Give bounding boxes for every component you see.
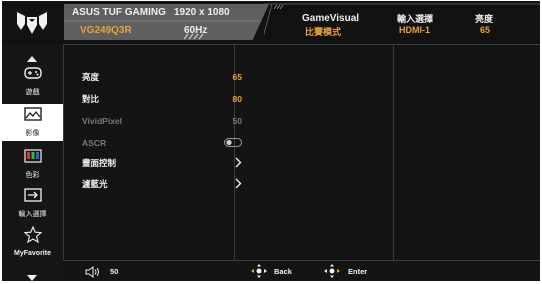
tuf-logo	[2, 1, 62, 44]
menu-item-label: 亮度	[82, 72, 100, 82]
gamevisual-value: 比賽模式	[305, 27, 342, 37]
menu-item-blue-light-filter[interactable]: 濾藍光	[82, 176, 242, 192]
menu-item-ascr[interactable]: ASCR	[82, 135, 242, 151]
header-brightness-value: 65	[480, 25, 491, 35]
sidebar-item-label: MyFavorite	[14, 250, 51, 257]
menu-item-value: 50	[232, 116, 242, 126]
submenu-column	[235, 44, 394, 260]
sidebar-item-image[interactable]: 影像	[2, 104, 63, 141]
gamepad-icon	[23, 66, 42, 85]
gamevisual-label: GameVisual	[302, 13, 360, 24]
model-name: VG249Q3R	[80, 25, 132, 36]
volume-value: 50	[110, 267, 119, 276]
input-select-icon	[23, 188, 42, 207]
enter-label: Enter	[348, 267, 368, 276]
star-icon	[23, 225, 42, 248]
osd-window: ASUS TUF GAMING VG249Q3R 1920 x 1080 60H…	[2, 1, 540, 281]
input-select-value: HDMI-1	[399, 25, 430, 35]
sidebar: 遊戲 影像 色彩 輸入選擇 MyFavorite	[2, 44, 64, 281]
menu-item-label: 畫面控制	[82, 158, 117, 168]
sidebar-item-input-select[interactable]: 輸入選擇	[2, 188, 63, 220]
header-brightness-label: 亮度	[475, 14, 494, 24]
sidebar-item-label: 色彩	[25, 172, 40, 179]
menu-item-screen-control[interactable]: 畫面控制	[82, 155, 242, 171]
model-info-panel: ASUS TUF GAMING VG249Q3R 1920 x 1080 60H…	[64, 4, 269, 40]
toggle-off-icon[interactable]	[224, 137, 242, 149]
menu-item-value: 80	[232, 94, 242, 104]
menu-item-label: ASCR	[82, 138, 107, 148]
menu-item-label: VividPixel	[82, 116, 123, 126]
image-icon	[23, 107, 42, 126]
sidebar-item-label: 遊戲	[25, 89, 40, 96]
sidebar-item-myfavorite[interactable]: MyFavorite	[2, 225, 63, 258]
sidebar-item-game[interactable]: 遊戲	[2, 66, 63, 98]
chevron-right-icon	[234, 157, 242, 170]
color-bars-icon	[23, 149, 42, 168]
menu-item-vividpixel[interactable]: VividPixel 50	[82, 113, 242, 129]
back-label: Back	[274, 267, 292, 276]
speaker-icon	[85, 265, 103, 281]
menu-item-label: 濾藍光	[82, 179, 108, 189]
footer-bar: 50 Back Enter	[63, 260, 540, 281]
menu-item-brightness[interactable]: 亮度 65	[82, 69, 242, 85]
menu-item-contrast[interactable]: 對比 80	[82, 91, 242, 107]
sidebar-item-label: 輸入選擇	[18, 211, 47, 218]
refresh-rate-text: 60Hz	[184, 25, 208, 36]
resolution-text: 1920 x 1080	[174, 7, 230, 18]
detail-column	[394, 44, 539, 260]
joystick-enter-icon[interactable]	[323, 263, 341, 281]
joystick-back-icon[interactable]	[250, 263, 268, 281]
scroll-up-arrow-icon[interactable]	[27, 49, 37, 67]
input-select-label: 輸入選擇	[397, 14, 434, 24]
menu-item-label: 對比	[82, 94, 100, 104]
brand-name: ASUS TUF GAMING	[72, 7, 166, 18]
sidebar-item-color[interactable]: 色彩	[2, 149, 63, 181]
chevron-right-icon	[234, 178, 242, 191]
menu-item-value: 65	[232, 72, 242, 82]
header-bar: ASUS TUF GAMING VG249Q3R 1920 x 1080 60H…	[2, 1, 540, 45]
scroll-down-arrow-icon[interactable]	[27, 268, 37, 281]
sidebar-item-label: 影像	[25, 130, 40, 137]
